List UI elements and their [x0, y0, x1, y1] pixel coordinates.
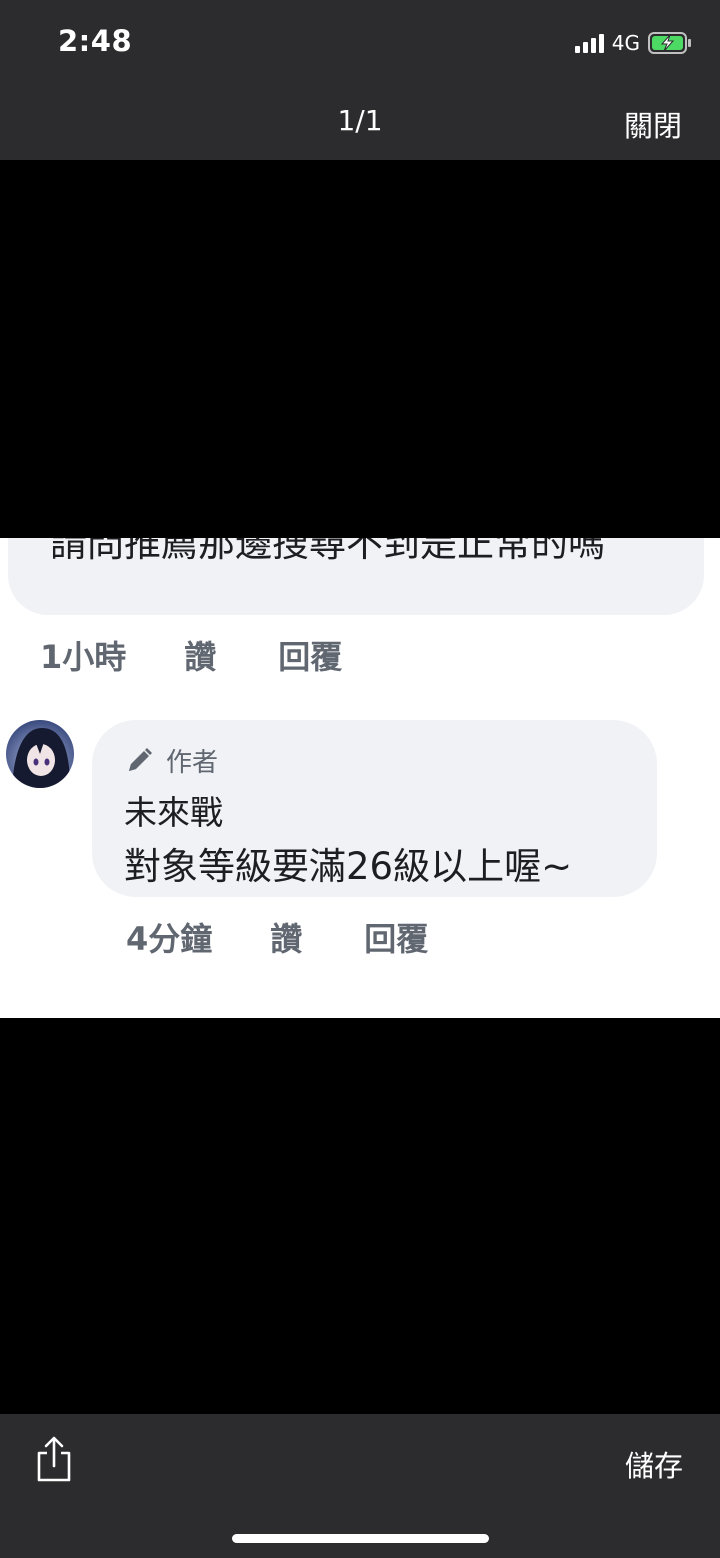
reply-like-link: 讚: [270, 920, 303, 958]
comment-time: 1小時: [40, 638, 127, 676]
battery-charging-icon: [648, 32, 691, 54]
reply-reply-link: 回覆: [364, 920, 429, 958]
comment-bubble: 請問推薦那邊搜尋不到是正常的嗎: [8, 538, 704, 615]
image-counter: 1/1: [337, 104, 383, 137]
author-badge-label: 作者: [166, 748, 219, 778]
network-type: 4G: [611, 31, 640, 55]
comment-text: 請問推薦那邊搜尋不到是正常的嗎: [50, 538, 605, 565]
reply-text: 對象等級要滿26級以上喔~: [124, 845, 573, 888]
photo-viewer: 2:48 4G 1/1 關閉 請問推薦那邊搜尋不到是正常的嗎 1小時 讚 回覆 …: [0, 0, 720, 1558]
share-icon[interactable]: [34, 1436, 74, 1482]
avatar: [6, 720, 74, 788]
close-button[interactable]: 關閉: [624, 103, 682, 145]
save-button[interactable]: 儲存: [625, 1443, 683, 1485]
bottom-toolbar: 儲存: [0, 1414, 720, 1558]
reply-time: 4分鐘: [126, 920, 213, 958]
status-time: 2:48: [58, 24, 133, 58]
cellular-signal-icon: [574, 33, 604, 53]
author-badge: 作者: [124, 742, 218, 779]
reply-bubble: 作者 未來戰 對象等級要滿26級以上喔~: [92, 720, 657, 897]
reply-meta: 4分鐘 讚 回覆: [126, 914, 428, 960]
pencil-icon: [129, 747, 152, 771]
reply-author-name: 未來戰: [124, 793, 223, 832]
comment-meta: 1小時 讚 回覆: [40, 632, 342, 678]
comment-like-link: 讚: [184, 638, 217, 676]
status-indicators: 4G: [574, 30, 692, 56]
top-bar: 2:48 4G 1/1 關閉: [0, 0, 720, 160]
photo[interactable]: 請問推薦那邊搜尋不到是正常的嗎 1小時 讚 回覆 作者 未來戰 對象等級要滿26…: [0, 538, 720, 1018]
comment-reply-link: 回覆: [278, 638, 343, 676]
home-indicator[interactable]: [232, 1534, 489, 1543]
